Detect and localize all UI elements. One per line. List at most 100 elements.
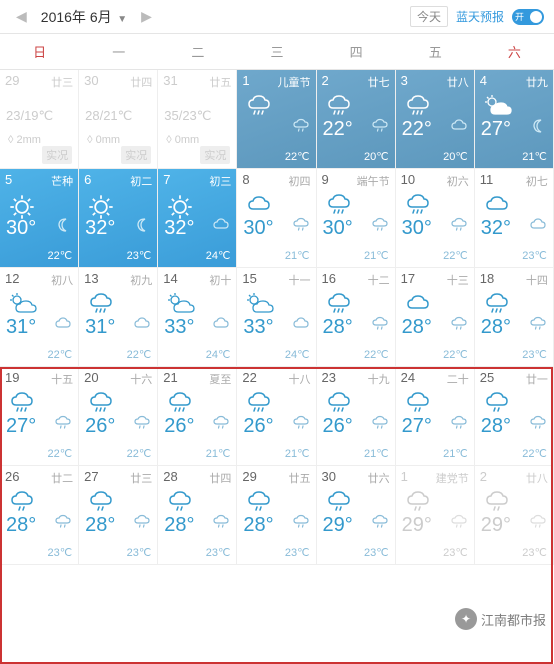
temp-high: 30°	[402, 217, 432, 240]
calendar-cell[interactable]: 30廿四28/21℃◊ 0mm实况	[79, 70, 158, 169]
day-number: 11	[480, 172, 494, 187]
temp-high: 28°	[243, 514, 273, 537]
temp-high: 28°	[164, 514, 194, 537]
lunar-label: 廿三	[130, 470, 152, 486]
temp-low: 22℃	[48, 348, 73, 361]
lunar-label: 初二	[130, 173, 152, 189]
temp-low: 22℃	[364, 348, 389, 361]
calendar-cell[interactable]: 17十三28°22℃	[396, 268, 475, 367]
temp-high: 28°	[323, 316, 353, 339]
temp-low: 21℃	[206, 447, 231, 460]
today-button[interactable]: 今天	[410, 6, 448, 27]
lunar-label: 廿五	[289, 470, 311, 486]
calendar-cell[interactable]: 16十二28°22℃	[317, 268, 396, 367]
lunar-label: 十四	[526, 272, 548, 288]
calendar-cell[interactable]: 27廿三28°23℃	[79, 466, 158, 565]
calendar-cell[interactable]: 9端午节30°21℃	[317, 169, 396, 268]
temp-high: 27°	[402, 415, 432, 438]
lunar-label: 芒种	[51, 173, 73, 189]
temp-range: 23/19℃	[6, 108, 53, 124]
lunar-label: 十三	[447, 272, 469, 288]
lunar-label: 建党节	[436, 470, 469, 486]
day-number: 17	[401, 271, 415, 286]
weather-icon	[245, 490, 273, 516]
night-icon	[54, 514, 72, 530]
calendar-cell[interactable]: 6初二32°23℃	[79, 169, 158, 268]
lunar-label: 十九	[368, 371, 390, 387]
night-icon	[212, 217, 230, 231]
calendar-cell[interactable]: 23十九26°21℃	[317, 367, 396, 466]
lunar-label: 廿七	[368, 74, 390, 90]
temp-low: 23℃	[522, 249, 547, 262]
temp-low: 23℃	[127, 249, 152, 262]
calendar-cell[interactable]: 5芒种30°22℃	[0, 169, 79, 268]
calendar-cell[interactable]: 25廿一28°22℃	[475, 367, 554, 466]
calendar-cell[interactable]: 14初十33°24℃	[158, 268, 237, 367]
weather-icon	[325, 193, 353, 219]
temp-low: 22℃	[127, 447, 152, 460]
temp-high: 27°	[481, 118, 511, 141]
temp-low: 23℃	[285, 546, 310, 559]
calendar-cell[interactable]: 12初八31°22℃	[0, 268, 79, 367]
month-label[interactable]: 2016年 6月 ▼	[41, 7, 127, 27]
calendar-cell[interactable]: 10初六30°22℃	[396, 169, 475, 268]
calendar-cell[interactable]: 11初七32°23℃	[475, 169, 554, 268]
temp-high: 26°	[164, 415, 194, 438]
calendar-cell[interactable]: 29廿五28°23℃	[237, 466, 316, 565]
bluesky-toggle[interactable]: 开	[512, 9, 544, 25]
calendar-cell[interactable]: 3廿八22°20℃	[396, 70, 475, 169]
day-number: 30	[322, 469, 336, 484]
weather-icon	[8, 391, 36, 417]
day-number: 27	[84, 469, 98, 484]
calendar-cell[interactable]: 29廿三23/19℃◊ 2mm实况	[0, 70, 79, 169]
day-number: 12	[5, 271, 19, 286]
calendar-cell[interactable]: 7初三32°24℃	[158, 169, 237, 268]
temp-high: 28°	[481, 316, 511, 339]
next-month-button[interactable]: ▶	[135, 8, 158, 25]
temp-high: 33°	[243, 316, 273, 339]
calendar-cell[interactable]: 21夏至26°21℃	[158, 367, 237, 466]
calendar-cell[interactable]: 2廿八29°23℃	[475, 466, 554, 565]
calendar-cell[interactable]: 24二十27°21℃	[396, 367, 475, 466]
temp-low: 24℃	[285, 348, 310, 361]
calendar-cell[interactable]: 26廿二28°23℃	[0, 466, 79, 565]
weather-icon	[87, 391, 115, 417]
calendar-cell[interactable]: 13初九31°22℃	[79, 268, 158, 367]
temp-low: 24℃	[206, 249, 231, 262]
temp-high: 30°	[6, 217, 36, 240]
calendar-cell[interactable]: 1建党节29°23℃	[396, 466, 475, 565]
calendar-cell[interactable]: 31廿五35/23℃◊ 0mm实况	[158, 70, 237, 169]
weather-icon	[87, 490, 115, 516]
day-number: 30	[84, 73, 98, 88]
watermark: ✦ 江南都市报	[455, 608, 546, 630]
calendar-cell[interactable]: 8初四30°21℃	[237, 169, 316, 268]
day-number: 13	[84, 271, 98, 286]
night-icon	[450, 514, 468, 530]
calendar-header: ◀ 2016年 6月 ▼ ▶ 今天 蓝天预报 开	[0, 0, 554, 34]
lunar-label: 初九	[130, 272, 152, 288]
calendar-cell[interactable]: 20十六26°22℃	[79, 367, 158, 466]
temp-high: 30°	[243, 217, 273, 240]
night-icon	[292, 316, 310, 330]
weekday-label: 五	[396, 34, 475, 69]
prev-month-button[interactable]: ◀	[10, 8, 33, 25]
weather-icon	[8, 490, 36, 516]
temp-high: 28°	[402, 316, 432, 339]
lunar-label: 初八	[51, 272, 73, 288]
day-number: 21	[163, 370, 177, 385]
calendar-cell[interactable]: 15十一33°24℃	[237, 268, 316, 367]
calendar-cell[interactable]: 2廿七22°20℃	[317, 70, 396, 169]
day-number: 18	[480, 271, 494, 286]
calendar-cell[interactable]: 22十八26°21℃	[237, 367, 316, 466]
lunar-label: 廿四	[209, 470, 231, 486]
calendar-cell[interactable]: 1儿童节22℃	[237, 70, 316, 169]
calendar-cell[interactable]: 30廿六29°23℃	[317, 466, 396, 565]
calendar-cell[interactable]: 19十五27°22℃	[0, 367, 79, 466]
calendar-cell[interactable]: 4廿九27°21℃	[475, 70, 554, 169]
weather-icon	[325, 391, 353, 417]
lunar-label: 廿八	[447, 74, 469, 90]
calendar-cell[interactable]: 28廿四28°23℃	[158, 466, 237, 565]
calendar-cell[interactable]: 18十四28°23℃	[475, 268, 554, 367]
weekday-label: 三	[237, 34, 316, 69]
lunar-label: 廿三	[51, 74, 73, 90]
